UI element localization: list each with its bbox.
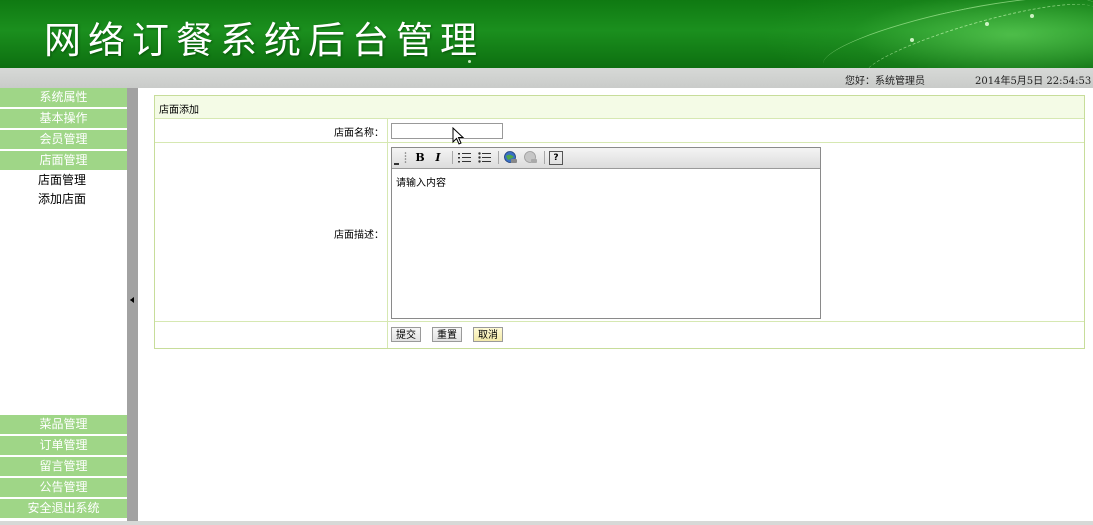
submenu-store-management[interactable]: 店面管理 xyxy=(38,171,86,188)
sidebar-splitter[interactable] xyxy=(127,88,138,525)
rich-text-editor: B I ? 请输入内容 xyxy=(391,147,821,319)
header-banner: 网络订餐系统后台管理 xyxy=(0,0,1093,68)
app-title: 网络订餐系统后台管理 xyxy=(44,19,484,62)
editor-toolbar: B I ? xyxy=(392,148,820,169)
bottom-border xyxy=(0,521,1093,525)
submit-button[interactable]: 提交 xyxy=(391,327,421,342)
italic-button[interactable]: I xyxy=(432,150,444,165)
toolbar-separator xyxy=(452,151,453,164)
sidebar: 系统属性 基本操作 会员管理 店面管理 店面管理 添加店面 菜品管理 订单管理 … xyxy=(0,88,127,525)
row-store-description: 店面描述： B I ? 请输入内容 xyxy=(155,143,1084,322)
menu-message-management[interactable]: 留言管理 xyxy=(0,457,127,476)
banner-sparkle xyxy=(985,22,989,26)
toolbar-collapse-icon[interactable] xyxy=(394,160,400,166)
toolbar-separator xyxy=(544,151,545,164)
store-name-label: 店面名称： xyxy=(334,128,384,139)
menu-order-management[interactable]: 订单管理 xyxy=(0,436,127,455)
menu-system-properties[interactable]: 系统属性 xyxy=(0,88,127,107)
reset-button[interactable]: 重置 xyxy=(432,327,462,342)
welcome-text: 您好：系统管理员 xyxy=(845,76,925,87)
menu-notice-management[interactable]: 公告管理 xyxy=(0,478,127,497)
row-buttons: 提交 重置 取消 xyxy=(155,322,1084,347)
form-heading: 店面添加 xyxy=(159,105,199,116)
menu-basic-operations[interactable]: 基本操作 xyxy=(0,109,127,128)
banner-sparkle xyxy=(910,38,914,42)
menu-store-management[interactable]: 店面管理 xyxy=(0,151,127,170)
toolbar-grip-icon xyxy=(404,152,407,163)
unordered-list-icon[interactable] xyxy=(478,150,492,165)
form-header: 店面添加 xyxy=(155,96,1084,119)
bold-button[interactable]: B xyxy=(414,150,426,165)
menu-logout[interactable]: 安全退出系统 xyxy=(0,499,127,518)
store-add-form: 店面添加 店面名称： 店面描述： B I ? 请输入内容 提交 重置 取消 xyxy=(154,95,1085,349)
menu-member-management[interactable]: 会员管理 xyxy=(0,130,127,149)
ordered-list-icon[interactable] xyxy=(458,150,472,165)
store-name-input[interactable] xyxy=(391,123,503,139)
banner-sparkle xyxy=(1030,14,1034,18)
store-description-label: 店面描述： xyxy=(334,230,384,241)
collapse-arrow-icon[interactable] xyxy=(130,297,134,303)
mouse-cursor-icon xyxy=(452,127,465,145)
menu-dish-management[interactable]: 菜品管理 xyxy=(0,415,127,434)
remove-link-icon[interactable] xyxy=(523,150,538,165)
info-bar: 您好：系统管理员 2014年5月5日 22:54:53 xyxy=(0,68,1093,88)
datetime-text: 2014年5月5日 22:54:53 xyxy=(975,76,1092,87)
row-store-name: 店面名称： xyxy=(155,119,1084,143)
toolbar-separator xyxy=(498,151,499,164)
help-icon[interactable]: ? xyxy=(549,151,563,165)
insert-link-icon[interactable] xyxy=(503,150,518,165)
submenu-add-store[interactable]: 添加店面 xyxy=(38,190,86,207)
cancel-button[interactable]: 取消 xyxy=(473,327,503,342)
editor-content-area[interactable]: 请输入内容 xyxy=(392,169,824,320)
